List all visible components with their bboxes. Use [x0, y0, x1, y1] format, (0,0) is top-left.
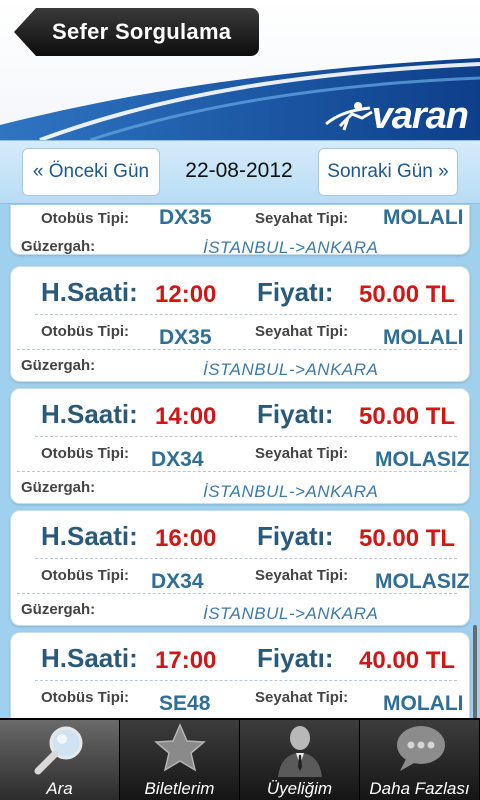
- chat-bubble-icon: [396, 726, 445, 771]
- tab-label: Biletlerim: [144, 779, 215, 798]
- trip-card[interactable]: H.Saati: 17:00 Fiyatı: 40.00 TL Otobüs T…: [10, 632, 470, 718]
- brand-name: varan: [371, 95, 469, 137]
- trip-card[interactable]: Otobüs Tipi: DX35 Seyahat Tipi: MOLALI G…: [10, 205, 470, 257]
- tab-label: Ara: [46, 779, 73, 798]
- route-label: Güzergah:: [21, 479, 96, 496]
- next-day-button[interactable]: Sonraki Gün »: [318, 148, 458, 196]
- price-label: Fiyatı:: [257, 643, 334, 673]
- price-value: 50.00 TL: [359, 525, 456, 552]
- trip-type-label: Seyahat Tipi:: [255, 445, 349, 462]
- departure-time-label: H.Saati:: [41, 643, 138, 673]
- route-value: İSTANBUL->ANKARA: [203, 360, 379, 379]
- departure-time-label: H.Saati:: [41, 399, 138, 429]
- route-label: Güzergah:: [21, 601, 96, 618]
- bus-type-value: DX34: [151, 570, 204, 593]
- route-label: Güzergah:: [21, 238, 96, 255]
- price-label: Fiyatı:: [257, 521, 334, 551]
- bus-type-label: Otobüs Tipi:: [41, 210, 130, 227]
- price-value: 50.00 TL: [359, 281, 456, 308]
- price-label: Fiyatı:: [257, 399, 334, 429]
- divider: [35, 314, 457, 315]
- divider: [35, 558, 457, 559]
- bus-type-label: Otobüs Tipi:: [41, 445, 130, 462]
- tab-uyeligim[interactable]: Üyeliğim: [240, 720, 360, 800]
- user-icon: [277, 726, 322, 777]
- departure-time-label: H.Saati:: [41, 521, 138, 551]
- list-scrollbar[interactable]: [473, 625, 477, 718]
- route-label: Güzergah:: [21, 357, 96, 374]
- bus-type-value: DX35: [159, 206, 212, 229]
- date-navigation-bar: « Önceki Gün 22-08-2012 Sonraki Gün »: [0, 140, 480, 204]
- brand-logo: varan: [322, 95, 469, 138]
- trip-card[interactable]: H.Saati: 14:00 Fiyatı: 50.00 TL Otobüs T…: [10, 388, 470, 504]
- trip-type-label: Seyahat Tipi:: [255, 323, 349, 340]
- bus-type-label: Otobüs Tipi:: [41, 689, 130, 706]
- departure-time-value: 17:00: [155, 647, 217, 674]
- bottom-tab-bar: Ara Biletlerim Üyeliğim Daha Fazlası: [0, 718, 480, 800]
- trip-card[interactable]: H.Saati: 12:00 Fiyatı: 50.00 TL Otobüs T…: [10, 266, 470, 382]
- running-figure-logo-icon: [324, 101, 373, 130]
- departure-time-value: 12:00: [155, 281, 217, 308]
- trip-type-label: Seyahat Tipi:: [255, 689, 349, 706]
- trip-type-value: MOLASIZ: [375, 570, 470, 593]
- trip-type-value: MOLALI: [383, 692, 464, 715]
- price-value: 40.00 TL: [359, 647, 456, 674]
- departure-time-value: 14:00: [155, 403, 217, 430]
- current-date: 22-08-2012: [185, 159, 293, 182]
- tab-label: Üyeliğim: [266, 779, 333, 798]
- trip-type-value: MOLASIZ: [375, 448, 470, 471]
- tab-daha-fazlasi[interactable]: Daha Fazlası: [360, 720, 480, 800]
- bus-type-value: DX35: [159, 326, 212, 349]
- app-header: Sefer Sorgulama varan: [0, 0, 480, 140]
- route-value: İSTANBUL->ANKARA: [203, 604, 379, 623]
- tab-ara[interactable]: Ara: [0, 720, 120, 800]
- trip-type-label: Seyahat Tipi:: [255, 567, 349, 584]
- trip-type-value: MOLALI: [383, 206, 464, 229]
- magnifier-icon: [34, 726, 82, 775]
- route-value: İSTANBUL->ANKARA: [203, 238, 379, 257]
- trip-type-label: Seyahat Tipi:: [255, 210, 349, 227]
- departure-time-label: H.Saati:: [41, 277, 138, 307]
- bus-type-value: SE48: [159, 692, 211, 715]
- divider: [35, 680, 457, 681]
- bus-type-value: DX34: [151, 448, 204, 471]
- trip-list[interactable]: Otobüs Tipi: DX35 Seyahat Tipi: MOLALI G…: [0, 205, 480, 718]
- divider: [17, 349, 457, 350]
- previous-day-button[interactable]: « Önceki Gün: [22, 148, 160, 196]
- route-value: İSTANBUL->ANKARA: [203, 482, 379, 501]
- price-value: 50.00 TL: [359, 403, 456, 430]
- price-label: Fiyatı:: [257, 277, 334, 307]
- tab-label: Daha Fazlası: [369, 779, 470, 798]
- star-icon: [153, 723, 206, 772]
- tab-biletlerim[interactable]: Biletlerim: [120, 720, 240, 800]
- trip-type-value: MOLALI: [383, 326, 464, 349]
- bus-type-label: Otobüs Tipi:: [41, 323, 130, 340]
- back-button[interactable]: Sefer Sorgulama: [14, 8, 259, 56]
- trip-card[interactable]: H.Saati: 16:00 Fiyatı: 50.00 TL Otobüs T…: [10, 510, 470, 626]
- page-title: Sefer Sorgulama: [52, 19, 232, 44]
- divider: [17, 593, 457, 594]
- departure-time-value: 16:00: [155, 525, 217, 552]
- divider: [35, 436, 457, 437]
- bus-type-label: Otobüs Tipi:: [41, 567, 130, 584]
- divider: [17, 471, 457, 472]
